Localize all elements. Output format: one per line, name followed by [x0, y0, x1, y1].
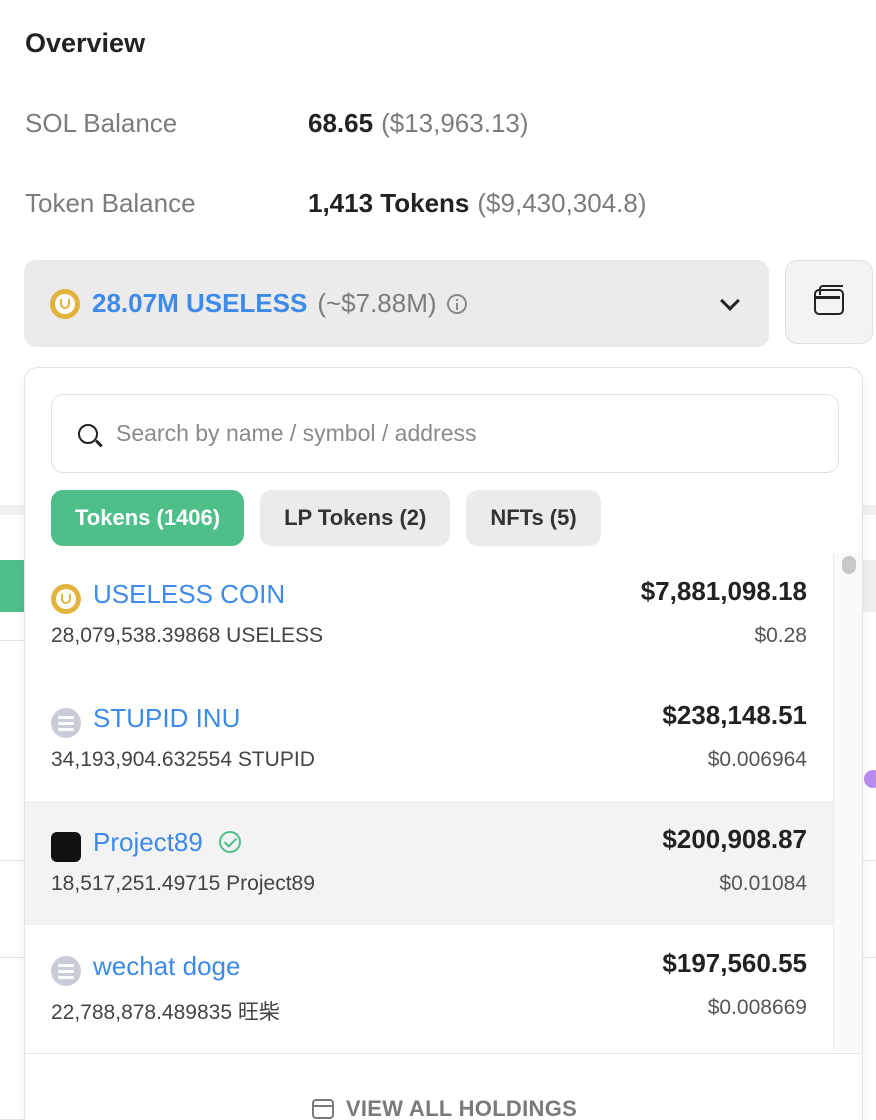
token-balance-row: Token Balance 1,413 Tokens ($9,430,304.8…	[25, 188, 647, 219]
token-balance-usd: ($9,430,304.8)	[477, 188, 647, 218]
tab-tokens[interactable]: Tokens (1406)	[51, 490, 245, 546]
useless-coin-icon	[51, 584, 81, 614]
token-usd-value: $238,148.51	[662, 700, 807, 730]
token-name[interactable]: STUPID INU	[93, 703, 240, 734]
token-amount: 22,788,878.489835 旺柴	[51, 1001, 280, 1024]
token-selector[interactable]: 28.07M USELESS (~$7.88M)	[24, 260, 769, 347]
tab-lp-tokens[interactable]: LP Tokens (2)	[260, 490, 451, 546]
sol-balance-value: 68.65	[308, 108, 374, 138]
token-amount: 28,079,538.39868 USELESS	[51, 624, 324, 647]
token-name[interactable]: Project89	[93, 827, 241, 858]
selected-token-usd: (~$7.88M)	[317, 288, 437, 318]
useless-coin-icon	[50, 288, 80, 319]
scroll-thumb[interactable]	[842, 556, 856, 574]
token-balance-value: 1,413 Tokens	[308, 188, 470, 218]
view-all-holdings-button[interactable]: VIEW ALL HOLDINGS	[25, 1053, 862, 1120]
list-item[interactable]: Project89 18,517,251.49715 Project89 $20…	[25, 801, 833, 925]
token-name-text: Project89	[93, 827, 203, 857]
token-usd-value: $200,908.87	[662, 824, 807, 854]
token-usd-value: $7,881,098.18	[640, 576, 807, 606]
token-price: $0.006964	[707, 748, 807, 771]
chevron-down-icon[interactable]	[720, 291, 740, 311]
search-box[interactable]	[51, 394, 839, 473]
view-all-holdings-content: VIEW ALL HOLDINGS	[311, 1080, 578, 1120]
background-dot	[864, 770, 876, 788]
token-price: $0.01084	[719, 872, 807, 895]
project89-icon	[51, 832, 81, 862]
sol-balance-row: SOL Balance 68.65 ($13,963.13)	[25, 108, 529, 139]
generic-token-icon	[51, 708, 81, 738]
generic-token-icon	[51, 956, 81, 986]
holdings-tabs: Tokens (1406) LP Tokens (2) NFTs (5)	[51, 490, 601, 546]
list-item[interactable]: wechat doge 22,788,878.489835 旺柴 $197,56…	[25, 925, 833, 1049]
token-name[interactable]: wechat doge	[93, 951, 240, 982]
wallet-icon	[311, 1099, 334, 1119]
token-usd-value: $197,560.55	[662, 948, 807, 978]
info-icon[interactable]	[446, 293, 467, 314]
search-input[interactable]	[116, 420, 796, 447]
token-dropdown: Tokens (1406) LP Tokens (2) NFTs (5) USE…	[24, 367, 863, 1120]
verified-check-icon	[218, 831, 241, 853]
token-amount: 18,517,251.49715 Project89	[51, 872, 315, 895]
wallet-icon	[814, 285, 844, 315]
token-amount: 34,193,904.632554 STUPID	[51, 748, 315, 771]
token-balance-label: Token Balance	[25, 188, 196, 218]
list-item[interactable]: USELESS COIN 28,079,538.39868 USELESS $7…	[25, 553, 833, 677]
tab-nfts[interactable]: NFTs (5)	[466, 490, 601, 546]
sol-balance-label: SOL Balance	[25, 108, 178, 138]
token-list: USELESS COIN 28,079,538.39868 USELESS $7…	[25, 553, 833, 1053]
wallet-button[interactable]	[785, 260, 873, 344]
token-price: $0.008669	[707, 996, 807, 1019]
selected-token-amount: 28.07M USELESS	[92, 288, 308, 318]
sol-balance-usd: ($13,963.13)	[381, 108, 529, 138]
page: Overview SOL Balance 68.65 ($13,963.13) …	[0, 0, 876, 1120]
page-title: Overview	[25, 28, 146, 58]
view-all-holdings-label: VIEW ALL HOLDINGS	[345, 1096, 578, 1120]
token-name[interactable]: USELESS COIN	[93, 579, 285, 610]
search-icon	[78, 423, 98, 444]
token-price: $0.28	[754, 624, 807, 647]
list-item[interactable]: STUPID INU 34,193,904.632554 STUPID $238…	[25, 677, 833, 801]
list-scrollbar[interactable]	[833, 553, 862, 1053]
